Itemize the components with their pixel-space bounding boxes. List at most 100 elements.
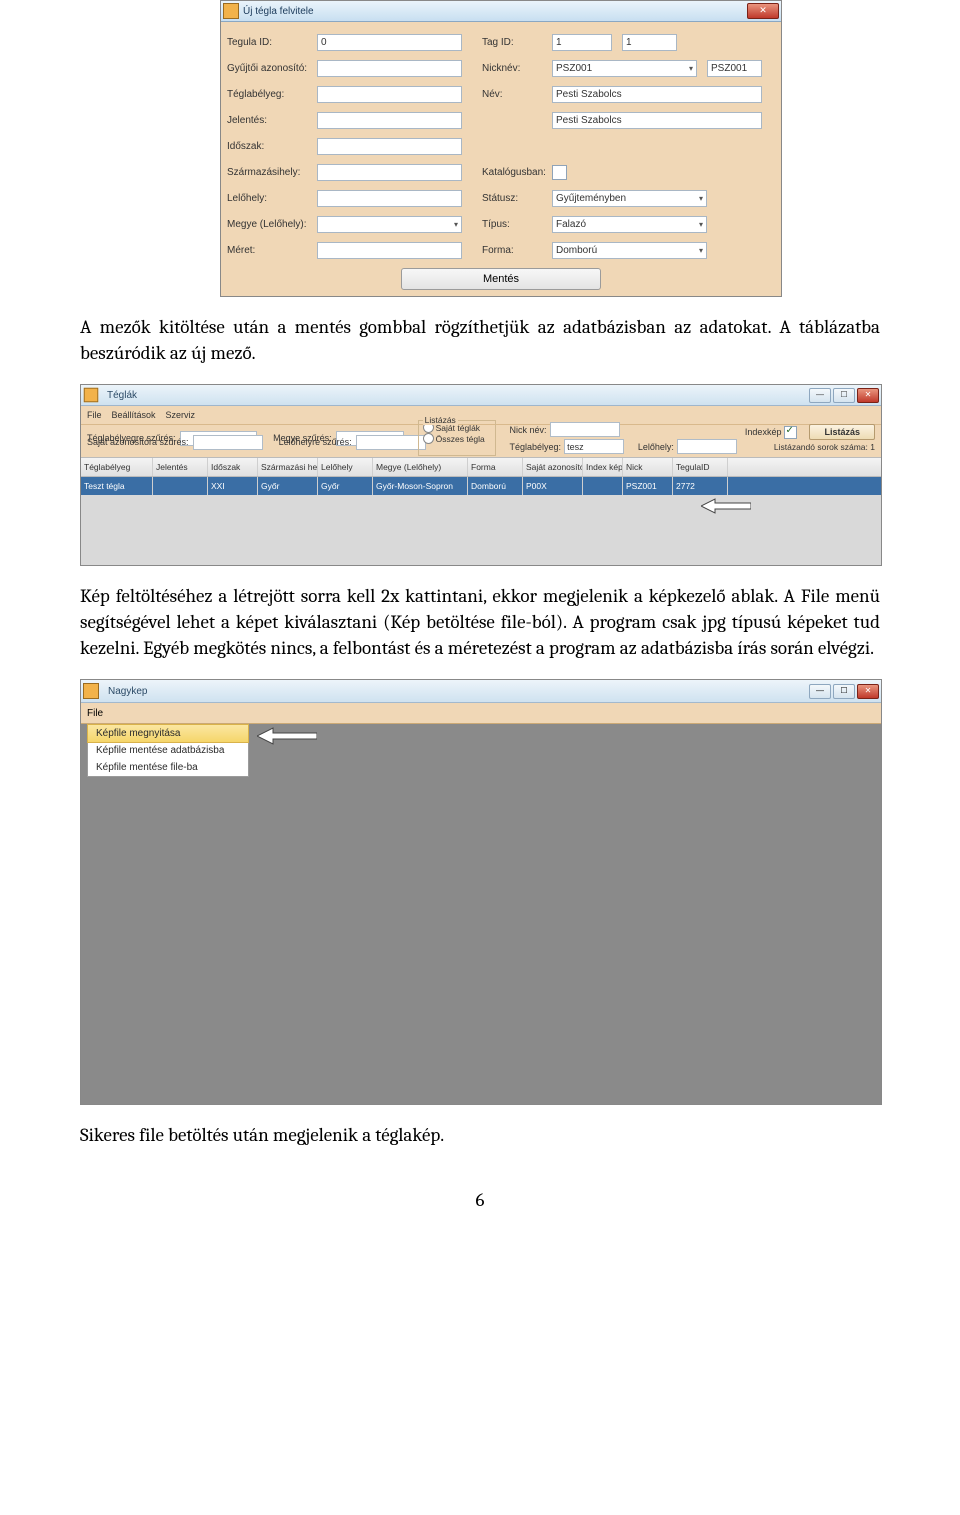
gyujtoi-input[interactable] — [317, 60, 462, 77]
nicknev-input[interactable] — [550, 422, 620, 437]
tipus-combo[interactable]: Falazó▾ — [552, 216, 707, 233]
listazas-groupbox: Listázás Saját téglák Összes tégla — [418, 420, 496, 456]
nicknev-label: Nicknév: — [482, 63, 552, 74]
nev2-input[interactable]: Pesti Szabolcs — [552, 112, 762, 129]
th-megye[interactable]: Megye (Lelőhely) — [373, 458, 468, 476]
teglabelyeg-input[interactable] — [317, 86, 462, 103]
listazas-button[interactable]: Listázás — [809, 424, 875, 440]
forma-label: Forma: — [482, 245, 552, 256]
idoszak-label: Időszak: — [227, 141, 317, 152]
maximize-icon[interactable]: ☐ — [833, 684, 855, 699]
tag-id-b-input[interactable]: 1 — [622, 34, 677, 51]
close-icon[interactable]: ✕ — [747, 3, 779, 19]
paragraph-2: Kép feltöltéséhez a létrejött sorra kell… — [80, 584, 880, 661]
th-tegulaid[interactable]: TegulaID — [673, 458, 728, 476]
file-dropdown: Képfile megnyitása Képfile mentése adatb… — [87, 724, 249, 777]
katalogus-label: Katalógusban: — [482, 167, 552, 178]
rowcount-label: Listázandó sorok száma: 1 — [774, 442, 875, 452]
th-indexkep[interactable]: Index kép — [583, 458, 623, 476]
window-title: Nagykep — [104, 686, 809, 697]
lelohely2-label: Lelőhely: — [638, 442, 674, 452]
teglabelyeg2-input[interactable]: tesz — [564, 439, 624, 454]
table-empty-area — [81, 495, 881, 565]
chevron-down-icon: ▾ — [699, 217, 703, 232]
idoszak-input[interactable] — [317, 138, 462, 155]
radio-osszes[interactable] — [423, 433, 434, 444]
dialog-titlebar: Új tégla felvitele ✕ — [221, 1, 781, 22]
nagykep-window: Nagykep — ☐ ✕ File Képfile megnyitása Ké… — [80, 679, 882, 1105]
paragraph-3: Sikeres file betöltés után megjelenik a … — [80, 1123, 880, 1149]
new-brick-dialog: Új tégla felvitele ✕ Tegula ID: 0 Tag ID… — [220, 0, 782, 297]
callout-arrow-icon — [257, 726, 317, 746]
save-button[interactable]: Mentés — [401, 268, 601, 290]
image-viewport: Képfile megnyitása Képfile mentése adatb… — [81, 724, 881, 1104]
megye-label: Megye (Lelőhely): — [227, 219, 317, 230]
close-icon[interactable]: ✕ — [857, 684, 879, 699]
nev-label: Név: — [482, 89, 552, 100]
tag-id-label: Tag ID: — [482, 37, 552, 48]
indexkep-checkbox[interactable]: ✓ — [784, 426, 797, 439]
page-number: 6 — [80, 1189, 880, 1211]
bricks-list-window: Téglák — ☐ ✕ File Beállítások Szerviz Té… — [80, 384, 882, 566]
th-teglabelyeg[interactable]: Téglabélyeg — [81, 458, 153, 476]
menu-file[interactable]: File — [87, 410, 102, 420]
filter-lelohely-label: Lelőhelyre szűrés: — [279, 437, 352, 447]
lelohely-label: Lelőhely: — [227, 193, 317, 204]
menu-szerviz[interactable]: Szerviz — [166, 410, 196, 420]
paragraph-1: A mezők kitöltése után a mentés gombbal … — [80, 315, 880, 366]
statusz-combo[interactable]: Gyűjteményben▾ — [552, 190, 707, 207]
menu-item-open[interactable]: Képfile megnyitása — [87, 724, 249, 743]
tegula-id-input[interactable]: 0 — [317, 34, 462, 51]
gyujtoi-label: Gyűjtői azonosító: — [227, 63, 317, 74]
th-forma[interactable]: Forma — [468, 458, 523, 476]
window-titlebar: Téglák — ☐ ✕ — [81, 385, 881, 406]
menu-beallitasok[interactable]: Beállítások — [112, 410, 156, 420]
jelentes-input[interactable] — [317, 112, 462, 129]
filter-sajatazon-input[interactable] — [193, 435, 263, 450]
th-sajatazon[interactable]: Saját azonosító — [523, 458, 583, 476]
th-jelentes[interactable]: Jelentés — [153, 458, 208, 476]
th-szarmazas[interactable]: Származási hely — [258, 458, 318, 476]
app-icon — [223, 3, 239, 19]
tag-id-a-input[interactable]: 1 — [552, 34, 612, 51]
lelohely2-input[interactable] — [677, 439, 737, 454]
lelohely-input[interactable] — [317, 190, 462, 207]
filter-sajatazon-label: Saját azonosítóra szűrés: — [87, 437, 189, 447]
chevron-down-icon: ▾ — [689, 61, 693, 76]
nev-input[interactable]: Pesti Szabolcs — [552, 86, 762, 103]
dialog-title: Új tégla felvitele — [243, 6, 747, 17]
window-title: Téglák — [103, 390, 809, 401]
chevron-down-icon: ▾ — [699, 243, 703, 258]
meret-label: Méret: — [227, 245, 317, 256]
menu-item-save-db[interactable]: Képfile mentése adatbázisba — [88, 742, 248, 759]
menu-file[interactable]: File — [87, 708, 103, 719]
filter-panel: Téglabélyegre szűrés: Megye szűrés: ▾ Li… — [81, 425, 881, 457]
szarmazas-label: Származásihely: — [227, 167, 317, 178]
table-row[interactable]: Teszt tégla XXI Győr Győr Győr-Moson-Sop… — [81, 477, 881, 495]
table-header: Téglabélyeg Jelentés Időszak Származási … — [81, 457, 881, 477]
teglabelyeg-label: Téglabélyeg: — [227, 89, 317, 100]
callout-arrow-icon — [701, 497, 751, 515]
meret-input[interactable] — [317, 242, 462, 259]
teglabelyeg2-label: Téglabélyeg: — [510, 442, 562, 452]
th-nick[interactable]: Nick — [623, 458, 673, 476]
th-lelohely[interactable]: Lelőhely — [318, 458, 373, 476]
nicknev-label: Nick név: — [510, 425, 547, 435]
szarmazas-input[interactable] — [317, 164, 462, 181]
minimize-icon[interactable]: — — [809, 388, 831, 403]
filter-lelohely-input[interactable] — [356, 435, 426, 450]
menu-item-save-file[interactable]: Képfile mentése file-ba — [88, 759, 248, 776]
minimize-icon[interactable]: — — [809, 684, 831, 699]
close-icon[interactable]: ✕ — [857, 388, 879, 403]
jelentes-label: Jelentés: — [227, 115, 317, 126]
indexkep-label: Indexkép — [745, 427, 782, 437]
nicknev-combo[interactable]: PSZ001▾ — [552, 60, 697, 77]
menu-bar: File — [81, 703, 881, 724]
forma-combo[interactable]: Domború▾ — [552, 242, 707, 259]
nicknev-text[interactable]: PSZ001 — [707, 60, 762, 77]
megye-combo[interactable]: ▾ — [317, 216, 462, 233]
th-idoszak[interactable]: Időszak — [208, 458, 258, 476]
app-icon — [84, 388, 98, 402]
katalogus-checkbox[interactable] — [552, 165, 567, 180]
maximize-icon[interactable]: ☐ — [833, 388, 855, 403]
